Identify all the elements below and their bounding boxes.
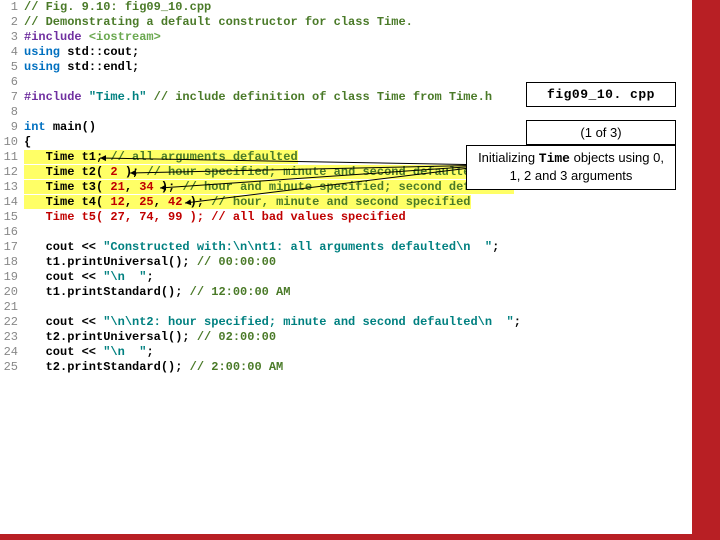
slide: 1// Fig. 9.10: fig09_10.cpp 2// Demonstr… bbox=[0, 0, 720, 540]
annotation-code: Time bbox=[539, 151, 570, 166]
code-token: "Constructed with:\n\nt1: all arguments … bbox=[103, 240, 492, 254]
code-token: 42 bbox=[168, 195, 182, 209]
page-indicator-box: (1 of 3) bbox=[526, 120, 676, 145]
code-token: "\n " bbox=[103, 270, 146, 284]
code-token: Time t1; bbox=[24, 150, 110, 164]
line-number: 5 bbox=[0, 60, 24, 75]
code-line-bad: Time t5( 27, 74, 99 ); // all bad values… bbox=[24, 210, 406, 224]
line-number: 18 bbox=[0, 255, 24, 270]
code-token: , bbox=[125, 180, 139, 194]
code-token: ; bbox=[514, 315, 521, 329]
line-number: 2 bbox=[0, 15, 24, 30]
code-token: #include bbox=[24, 30, 89, 44]
line-number: 17 bbox=[0, 240, 24, 255]
code-token: "Time.h" bbox=[89, 90, 147, 104]
code-token: cout << bbox=[24, 315, 103, 329]
code-token: ); bbox=[182, 195, 211, 209]
code-token: t1.printUniversal(); bbox=[24, 255, 197, 269]
code-comment: // 12:00:00 AM bbox=[190, 285, 291, 299]
code-token: #include bbox=[24, 90, 89, 104]
line-number: 21 bbox=[0, 300, 24, 315]
line-number: 19 bbox=[0, 270, 24, 285]
code-token: t1.printStandard(); bbox=[24, 285, 190, 299]
code-token: "\n\nt2: hour specified; minute and seco… bbox=[103, 315, 513, 329]
code-token: using bbox=[24, 60, 67, 74]
line-number: 1 bbox=[0, 0, 24, 15]
line-number: 3 bbox=[0, 30, 24, 45]
file-name-box: fig09_10. cpp bbox=[526, 82, 676, 107]
line-number: 12 bbox=[0, 165, 24, 180]
code-token: t2.printStandard(); bbox=[24, 360, 190, 374]
code-token: 25 bbox=[139, 195, 153, 209]
line-number: 22 bbox=[0, 315, 24, 330]
code-token: ); bbox=[118, 165, 147, 179]
line-number: 20 bbox=[0, 285, 24, 300]
line-number: 13 bbox=[0, 180, 24, 195]
line-number: 4 bbox=[0, 45, 24, 60]
line-number: 24 bbox=[0, 345, 24, 360]
line-number: 23 bbox=[0, 330, 24, 345]
line-number: 15 bbox=[0, 210, 24, 225]
code-token: t2.printUniversal(); bbox=[24, 330, 197, 344]
annotation-text: Initializing bbox=[478, 150, 539, 165]
code-comment: // Fig. 9.10: fig09_10.cpp bbox=[24, 0, 211, 14]
code-token: ; bbox=[146, 270, 153, 284]
code-token: 34 bbox=[139, 180, 153, 194]
code-token: int bbox=[24, 120, 53, 134]
code-token: std::cout; bbox=[67, 45, 139, 59]
line-number: 16 bbox=[0, 225, 24, 240]
line-number: 6 bbox=[0, 75, 24, 90]
code-token: <iostream> bbox=[89, 30, 161, 44]
code-token: 2 bbox=[110, 165, 117, 179]
code-token: ); bbox=[154, 180, 183, 194]
code-comment: // include definition of class Time from… bbox=[146, 90, 492, 104]
code-comment: // 2:00:00 AM bbox=[190, 360, 284, 374]
code-token: Time t3( bbox=[24, 180, 110, 194]
line-number: 9 bbox=[0, 120, 24, 135]
code-comment: // all arguments defaulted bbox=[110, 150, 297, 164]
line-number: 8 bbox=[0, 105, 24, 120]
code-token: 12 bbox=[110, 195, 124, 209]
line-number: 10 bbox=[0, 135, 24, 150]
code-comment: // hour specified; minute and second def… bbox=[146, 165, 477, 179]
code-comment: // hour, minute and second specified bbox=[211, 195, 470, 209]
code-token: Time t4( bbox=[24, 195, 110, 209]
line-number: 11 bbox=[0, 150, 24, 165]
code-token: 21 bbox=[110, 180, 124, 194]
code-token: cout << bbox=[24, 240, 103, 254]
code-token: main() bbox=[53, 120, 96, 134]
code-token: Time t2( bbox=[24, 165, 110, 179]
code-token: cout << bbox=[24, 345, 103, 359]
line-number: 7 bbox=[0, 90, 24, 105]
code-token: , bbox=[154, 195, 168, 209]
code-comment: // Demonstrating a default constructor f… bbox=[24, 15, 413, 29]
code-comment: // 00:00:00 bbox=[197, 255, 276, 269]
code-token: using bbox=[24, 45, 67, 59]
line-number: 25 bbox=[0, 360, 24, 375]
code-token: ; bbox=[492, 240, 499, 254]
line-number: 14 bbox=[0, 195, 24, 210]
code-token: , bbox=[125, 195, 139, 209]
annotation-box: Initializing Time objects using 0, 1, 2 … bbox=[466, 145, 676, 190]
code-comment: // hour and minute specified; second def… bbox=[182, 180, 513, 194]
code-comment: // 02:00:00 bbox=[197, 330, 276, 344]
code-token: std::endl; bbox=[67, 60, 139, 74]
code-token: "\n " bbox=[103, 345, 146, 359]
code-token: { bbox=[24, 135, 31, 150]
code-token: ; bbox=[146, 345, 153, 359]
code-token: cout << bbox=[24, 270, 103, 284]
